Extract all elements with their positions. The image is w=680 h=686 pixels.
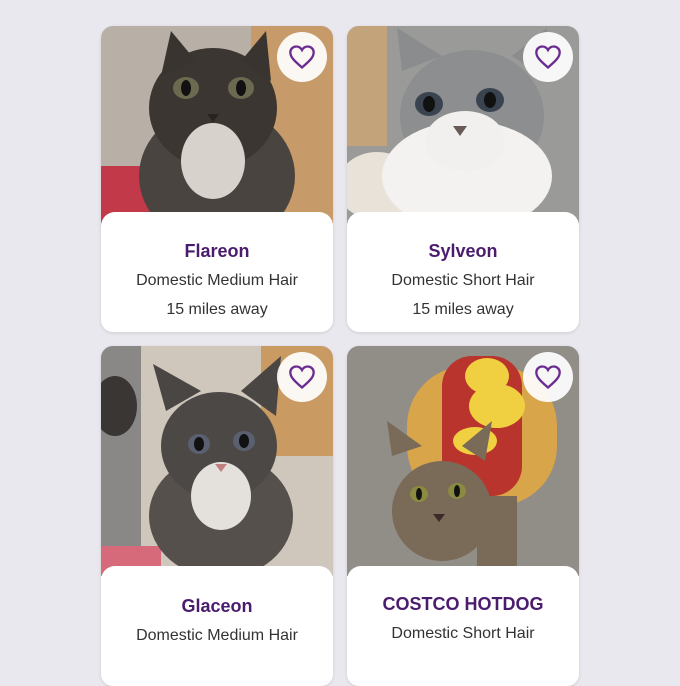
favorite-button[interactable] <box>277 352 327 402</box>
pet-photo <box>347 346 579 576</box>
pet-info: Glaceon Domestic Medium Hair <box>101 566 333 646</box>
pet-breed: Domestic Medium Hair <box>136 627 298 644</box>
heart-outline-icon <box>535 45 561 70</box>
pet-results-grid: Flareon Domestic Medium Hair 15 miles aw… <box>0 0 680 686</box>
favorite-button[interactable] <box>277 32 327 82</box>
pet-info: Sylveon Domestic Short Hair 15 miles awa… <box>347 212 579 320</box>
pet-card[interactable]: COSTCO HOTDOG Domestic Short Hair <box>347 346 579 686</box>
pet-card[interactable]: Glaceon Domestic Medium Hair <box>101 346 333 686</box>
pet-breed: Domestic Short Hair <box>391 272 535 289</box>
pet-card[interactable]: Flareon Domestic Medium Hair 15 miles aw… <box>101 26 333 332</box>
pet-card[interactable]: Sylveon Domestic Short Hair 15 miles awa… <box>347 26 579 332</box>
pet-distance: 15 miles away <box>166 301 268 318</box>
pet-name[interactable]: Flareon <box>101 240 333 262</box>
pet-distance: 15 miles away <box>412 301 514 318</box>
pet-info: Flareon Domestic Medium Hair 15 miles aw… <box>101 212 333 320</box>
pet-photo <box>347 26 579 226</box>
pet-photo <box>101 26 333 226</box>
favorite-button[interactable] <box>523 32 573 82</box>
heart-outline-icon <box>289 365 315 390</box>
heart-outline-icon <box>535 365 561 390</box>
pet-name[interactable]: Glaceon <box>101 595 333 617</box>
pet-name[interactable]: COSTCO HOTDOG <box>347 593 579 615</box>
favorite-button[interactable] <box>523 352 573 402</box>
pet-breed: Domestic Short Hair <box>391 625 535 642</box>
pet-photo <box>101 346 333 576</box>
pet-name[interactable]: Sylveon <box>347 240 579 262</box>
pet-info: COSTCO HOTDOG Domestic Short Hair <box>347 566 579 644</box>
heart-outline-icon <box>289 45 315 70</box>
pet-breed: Domestic Medium Hair <box>136 272 298 289</box>
